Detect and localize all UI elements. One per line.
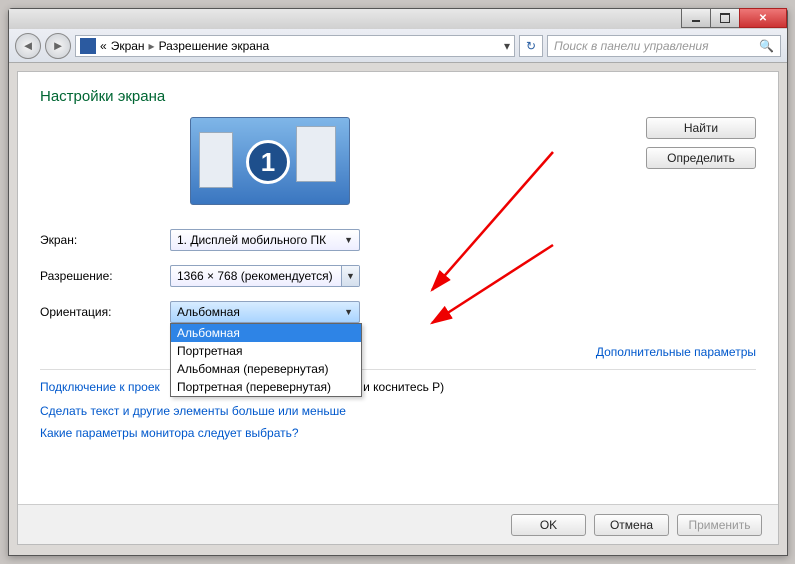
advanced-link-row: Дополнительные параметры bbox=[40, 345, 756, 359]
search-icon[interactable]: 🔍 bbox=[759, 39, 774, 53]
close-button[interactable] bbox=[739, 8, 787, 28]
back-button[interactable]: ◄ bbox=[15, 33, 41, 59]
find-button[interactable]: Найти bbox=[646, 117, 756, 139]
titlebar[interactable] bbox=[9, 9, 787, 29]
projector-link-row: Подключение к проек и коснитесь P) bbox=[40, 380, 756, 394]
orientation-value: Альбомная bbox=[177, 305, 240, 319]
chevron-down-icon: ▼ bbox=[344, 235, 353, 245]
orientation-label: Ориентация: bbox=[40, 305, 170, 319]
breadcrumb-dropdown-icon[interactable]: ▾ bbox=[504, 39, 510, 53]
orientation-option[interactable]: Портретная bbox=[171, 342, 361, 360]
breadcrumb-item[interactable]: Экран bbox=[111, 39, 145, 53]
screen-value: 1. Дисплей мобильного ПК bbox=[177, 233, 326, 247]
projector-link[interactable]: Подключение к проек bbox=[40, 380, 160, 394]
resolution-value: 1366 × 768 (рекомендуется) bbox=[177, 269, 333, 283]
orientation-option[interactable]: Альбомная (перевернутая) bbox=[171, 360, 361, 378]
screen-row: Экран: 1. Дисплей мобильного ПК ▼ bbox=[40, 229, 756, 251]
search-input[interactable]: Поиск в панели управления 🔍 bbox=[547, 35, 781, 57]
chevron-down-icon: ▼ bbox=[344, 307, 353, 317]
cancel-button[interactable]: Отмена bbox=[594, 514, 669, 536]
control-panel-icon bbox=[80, 38, 96, 54]
screen-dropdown[interactable]: 1. Дисплей мобильного ПК ▼ bbox=[170, 229, 360, 251]
content-pane: Настройки экрана 1 Найти Определить Экра… bbox=[17, 71, 779, 545]
forward-button[interactable]: ► bbox=[45, 33, 71, 59]
projector-suffix: и коснитесь P) bbox=[363, 380, 444, 394]
window-frame: ◄ ► « Экран ▸ Разрешение экрана ▾ ↻ Поис… bbox=[8, 8, 788, 556]
search-placeholder: Поиск в панели управления bbox=[554, 39, 709, 53]
monitor-number: 1 bbox=[246, 140, 290, 184]
minimize-button[interactable] bbox=[681, 8, 711, 28]
which-params-link[interactable]: Какие параметры монитора следует выбрать… bbox=[40, 426, 756, 440]
ok-button[interactable]: OK bbox=[511, 514, 586, 536]
resolution-row: Разрешение: 1366 × 768 (рекомендуется) ▼ bbox=[40, 265, 756, 287]
screen-label: Экран: bbox=[40, 233, 170, 247]
monitor-preview-row: 1 Найти Определить bbox=[40, 117, 756, 205]
resolution-dropdown[interactable]: 1366 × 768 (рекомендуется) ▼ bbox=[170, 265, 360, 287]
resolution-label: Разрешение: bbox=[40, 269, 170, 283]
side-buttons: Найти Определить bbox=[646, 117, 756, 169]
page-title: Настройки экрана bbox=[40, 88, 756, 105]
navigation-bar: ◄ ► « Экран ▸ Разрешение экрана ▾ ↻ Поис… bbox=[9, 29, 787, 63]
preview-window-icon bbox=[296, 126, 336, 182]
breadcrumb-prefix: « bbox=[100, 39, 107, 53]
breadcrumb-item[interactable]: Разрешение экрана bbox=[159, 39, 270, 53]
dialog-button-bar: OK Отмена Применить bbox=[18, 504, 778, 544]
chevron-down-icon: ▼ bbox=[341, 266, 359, 286]
monitor-preview[interactable]: 1 bbox=[190, 117, 350, 205]
orientation-option[interactable]: Портретная (перевернутая) bbox=[171, 378, 361, 396]
divider bbox=[40, 369, 756, 370]
maximize-button[interactable] bbox=[710, 8, 740, 28]
breadcrumb-separator-icon: ▸ bbox=[149, 39, 155, 53]
refresh-button[interactable]: ↻ bbox=[519, 35, 543, 57]
apply-button[interactable]: Применить bbox=[677, 514, 762, 536]
window-buttons bbox=[682, 8, 787, 28]
orientation-option[interactable]: Альбомная bbox=[171, 324, 361, 342]
breadcrumb[interactable]: « Экран ▸ Разрешение экрана ▾ bbox=[75, 35, 515, 57]
orientation-row: Ориентация: Альбомная ▼ Альбомная Портре… bbox=[40, 301, 756, 323]
detect-button[interactable]: Определить bbox=[646, 147, 756, 169]
orientation-dropdown[interactable]: Альбомная ▼ Альбомная Портретная Альбомн… bbox=[170, 301, 360, 323]
advanced-params-link[interactable]: Дополнительные параметры bbox=[596, 345, 756, 359]
orientation-dropdown-list: Альбомная Портретная Альбомная (переверн… bbox=[170, 323, 362, 397]
preview-window-icon bbox=[199, 132, 233, 188]
text-size-link[interactable]: Сделать текст и другие элементы больше и… bbox=[40, 404, 756, 418]
